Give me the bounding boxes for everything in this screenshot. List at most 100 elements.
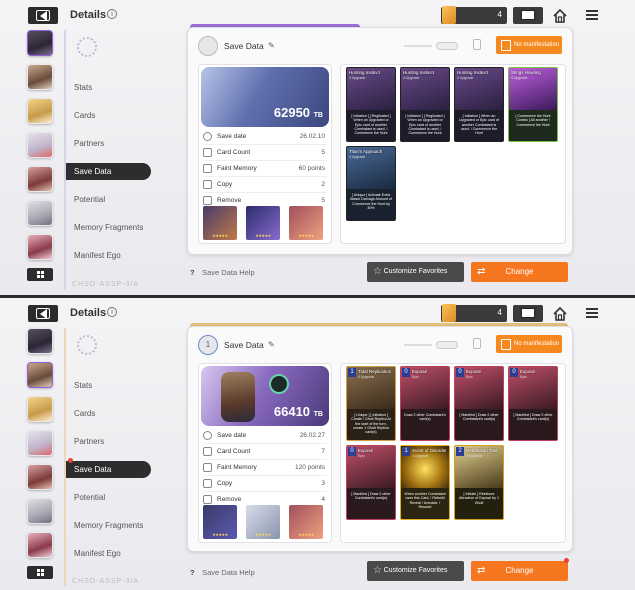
- nav-item-stats[interactable]: Stats: [66, 79, 151, 96]
- toggle-switch[interactable]: [436, 341, 458, 349]
- deck-card[interactable]: 0 Exposé Epic [ Manifest ] Draw 2 other C…: [454, 366, 504, 441]
- indicator-bar: [404, 45, 432, 47]
- manifestation-button[interactable]: No manifestation: [496, 335, 562, 353]
- equipment-slot[interactable]: ★★★★★: [203, 206, 237, 240]
- stat-card-count: Card Count 7: [203, 444, 327, 460]
- nav-item-memory-fragments[interactable]: Memory Fragments: [66, 517, 151, 534]
- copy-icon: [203, 479, 212, 488]
- card-grid: Hunting Instinct 4 Upgrade [ Initiation ]…: [340, 64, 566, 244]
- deck-card[interactable]: 1 Scent of Disorder 4 Upgrade When anothe…: [400, 445, 450, 520]
- manifestation-button[interactable]: No manifestation: [496, 36, 562, 54]
- banner-value: 62950 TB: [273, 105, 323, 120]
- equipment-slot[interactable]: ★★★★★: [246, 505, 280, 539]
- edit-icon[interactable]: ✎: [268, 340, 275, 349]
- deck-card[interactable]: Hunting Instinct 4 Upgrade [ Initiation ]…: [346, 67, 396, 142]
- character-avatar[interactable]: [27, 166, 53, 192]
- equipment-slot[interactable]: ★★★★★: [246, 206, 280, 240]
- change-button[interactable]: Change: [471, 561, 568, 581]
- save-banner: 66410 TB: [201, 366, 329, 426]
- profile-card-button[interactable]: [513, 7, 543, 24]
- back-button[interactable]: [28, 305, 58, 322]
- deck-card[interactable]: 0 Exposé Epic [ Manifest ] Draw 2 other C…: [346, 445, 396, 520]
- deck-card[interactable]: Stings Howling 4 Upgrade [ Commence the H…: [508, 67, 558, 142]
- character-avatar[interactable]: [27, 64, 53, 90]
- question-icon: ?: [190, 268, 195, 277]
- home-icon[interactable]: [552, 8, 568, 24]
- equipment-slot[interactable]: ★★★★★: [289, 505, 323, 539]
- memory-icon: [203, 463, 212, 472]
- deck-card[interactable]: Hunting Instinct 4 Upgrade [ Initiation ]…: [400, 67, 450, 142]
- screen-bottom: Details i 4 Stats Cards Partners Save Da…: [0, 298, 635, 590]
- id-card-icon: [521, 308, 535, 318]
- help-link[interactable]: ? Save Data Help: [190, 568, 255, 577]
- page-title: Details: [70, 9, 107, 21]
- character-avatar[interactable]: [27, 132, 53, 158]
- version-code: CHSO-ASSP-3/A: [72, 281, 140, 288]
- deck-card[interactable]: Hunting Instinct 4 Upgrade [ Initiation ]…: [454, 67, 504, 142]
- menu-icon[interactable]: [586, 308, 598, 318]
- deck-card[interactable]: 1 Tidal Replication 4 Upgrade [ Unique ] …: [346, 366, 396, 441]
- remove-icon: [203, 495, 212, 504]
- info-icon[interactable]: i: [107, 9, 117, 19]
- character-avatar[interactable]: [27, 200, 53, 226]
- equipment-slot[interactable]: ★★★★★: [289, 206, 323, 240]
- nav-item-stats[interactable]: Stats: [66, 377, 151, 394]
- grid-view-icon[interactable]: [27, 566, 53, 579]
- grid-view-icon[interactable]: [27, 268, 53, 281]
- character-avatar[interactable]: [27, 98, 53, 124]
- currency-display[interactable]: 4: [441, 6, 507, 24]
- home-icon[interactable]: [552, 306, 568, 322]
- currency-display[interactable]: 4: [441, 304, 507, 322]
- nav-item-memory-fragments[interactable]: Memory Fragments: [66, 219, 151, 236]
- save-summary: 62950 TB Save date 26.02.10 Card Count 5 F…: [198, 64, 332, 244]
- question-icon: ?: [190, 568, 195, 577]
- nav-item-cards[interactable]: Cards: [66, 405, 151, 422]
- card-icon: [203, 148, 212, 157]
- character-avatar[interactable]: [27, 430, 53, 456]
- nav-item-partners[interactable]: Partners: [66, 135, 151, 152]
- nav-item-cards[interactable]: Cards: [66, 107, 151, 124]
- deck-card[interactable]: 2 Retribution Trail 4 Upgrade [ Initiate …: [454, 445, 504, 520]
- character-avatar[interactable]: [27, 498, 53, 524]
- customize-favorites-button[interactable]: Customize Favorites: [367, 262, 464, 282]
- customize-favorites-button[interactable]: Customize Favorites: [367, 561, 464, 581]
- menu-icon[interactable]: [586, 10, 598, 20]
- deck-card[interactable]: 0 Exposé Epic [ Manifest ] Draw 2 other C…: [508, 366, 558, 441]
- character-avatar[interactable]: [27, 362, 53, 388]
- nav-item-manifest-ego[interactable]: Manifest Ego: [66, 247, 151, 264]
- character-avatar[interactable]: [27, 396, 53, 422]
- lock-icon[interactable]: [473, 338, 481, 349]
- character-avatar[interactable]: [27, 532, 53, 558]
- lock-icon[interactable]: [473, 39, 481, 50]
- coin-icon: [442, 304, 456, 322]
- toggle-switch[interactable]: [436, 42, 458, 50]
- nav-item-manifest-ego[interactable]: Manifest Ego: [66, 545, 151, 562]
- notification-dot: [564, 558, 569, 563]
- remove-icon: [203, 196, 212, 205]
- nav-item-potential[interactable]: Potential: [66, 191, 151, 208]
- deck-card[interactable]: Titan's Approach 4 Upgrade [ Unique ] Act…: [346, 146, 396, 221]
- info-icon[interactable]: i: [107, 307, 117, 317]
- nav-item-partners[interactable]: Partners: [66, 433, 151, 450]
- deck-card[interactable]: 0 Exposé Epic Draw 2 other Combatant's ca…: [400, 366, 450, 441]
- character-list: [27, 30, 55, 281]
- version-code: CHSO-ASSP-3/A: [72, 578, 140, 585]
- profile-card-button[interactable]: [513, 305, 543, 322]
- back-button[interactable]: [28, 7, 58, 24]
- equipment-slot[interactable]: ★★★★★: [203, 505, 237, 539]
- help-link[interactable]: ? Save Data Help: [190, 268, 255, 277]
- nav-item-potential[interactable]: Potential: [66, 489, 151, 506]
- edit-icon[interactable]: ✎: [268, 41, 275, 50]
- panel-title: Save Data: [224, 340, 264, 350]
- change-button[interactable]: Change: [471, 262, 568, 282]
- banner-value: 66410 TB: [273, 404, 323, 419]
- character-avatar[interactable]: [27, 464, 53, 490]
- character-avatar[interactable]: [27, 30, 53, 56]
- side-nav: Stats Cards Partners Save Data Potential…: [66, 79, 151, 275]
- notification-dot: [68, 458, 73, 463]
- nav-item-save-data[interactable]: Save Data: [66, 461, 151, 478]
- character-avatar[interactable]: [27, 234, 53, 260]
- character-list: [27, 328, 55, 579]
- nav-item-save-data[interactable]: Save Data: [66, 163, 151, 180]
- character-avatar[interactable]: [27, 328, 53, 354]
